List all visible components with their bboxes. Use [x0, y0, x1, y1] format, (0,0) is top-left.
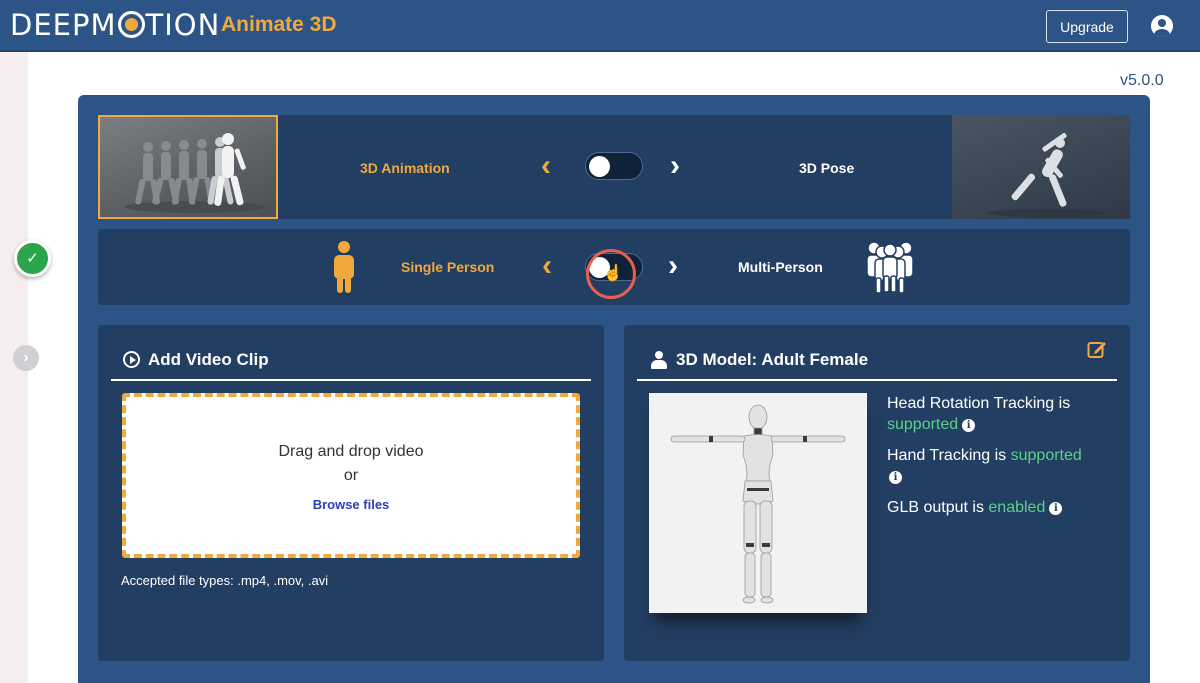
3d-model-title: 3D Model: Adult Female: [676, 350, 869, 369]
app-name: Animate 3D: [221, 13, 337, 36]
logo-o-mark: [117, 11, 145, 38]
chevron-right-icon[interactable]: ›: [668, 251, 678, 281]
chevron-right-icon[interactable]: ›: [670, 151, 680, 181]
user-icon: [651, 351, 667, 369]
upgrade-button[interactable]: Upgrade: [1046, 10, 1128, 43]
drop-instructions: Drag and drop video: [278, 443, 424, 460]
info-icon[interactable]: i: [889, 471, 902, 484]
feature-text: GLB output is: [887, 499, 984, 516]
multi-person-label[interactable]: Multi-Person: [738, 259, 823, 275]
mode-selector-row: 3D Animation ‹ › 3D Pose: [98, 115, 1130, 219]
accepted-file-types: Accepted file types: .mp4, .mov, .avi: [121, 573, 329, 588]
card-divider: [111, 379, 591, 381]
3d-pose-thumbnail[interactable]: [952, 115, 1130, 219]
add-video-card: Add Video Clip Drag and drop video or Br…: [98, 325, 604, 661]
3d-animation-label[interactable]: 3D Animation: [360, 160, 450, 176]
person-selector-row: Single Person ‹ ☝ › Multi-Person: [98, 229, 1130, 305]
model-preview[interactable]: [649, 393, 867, 613]
chevron-left-icon[interactable]: ‹: [541, 151, 551, 181]
single-person-label[interactable]: Single Person: [401, 259, 494, 275]
drop-or-text: or: [343, 467, 359, 484]
animation-figures-image: [125, 133, 265, 213]
feature-text: Head Rotation Tracking is: [887, 395, 1071, 412]
main-panel: 3D Animation ‹ › 3D Pose Single Person ‹…: [78, 95, 1150, 683]
top-bar: DEEPM TION Animate 3D Upgrade: [0, 0, 1200, 52]
version-label: v5.0.0: [1120, 72, 1164, 89]
play-circle-icon: [123, 351, 140, 368]
multi-person-icon: [866, 241, 914, 294]
feature-text: Hand Tracking is: [887, 447, 1007, 464]
browse-files-link[interactable]: Browse files: [126, 497, 576, 512]
user-circle-icon[interactable]: [1151, 15, 1173, 37]
hand-cursor-icon: ☝: [603, 265, 623, 282]
feature-hand-tracking: Hand Tracking is supported i: [887, 445, 1082, 487]
edit-icon[interactable]: [1087, 339, 1107, 359]
pose-figure-image: [987, 133, 1107, 217]
card-divider: [637, 379, 1117, 381]
adult-female-model-image: [670, 404, 846, 604]
check-icon[interactable]: ✓: [14, 240, 51, 277]
info-icon[interactable]: i: [1049, 502, 1063, 515]
deepmotion-logo[interactable]: DEEPM TION: [10, 9, 220, 41]
feature-glb-output: GLB output is enabled i: [887, 497, 1063, 518]
chevron-left-icon[interactable]: ‹: [542, 251, 552, 281]
video-dropzone[interactable]: Drag and drop video or Browse files: [122, 393, 580, 558]
logo-text: DEEPM TION: [10, 8, 221, 42]
3d-model-card: 3D Model: Adult Female Head Rotation Tra…: [624, 325, 1130, 661]
mode-toggle-switch[interactable]: [585, 152, 643, 180]
feature-status: supported: [1010, 447, 1082, 464]
single-person-icon: [334, 241, 354, 293]
feature-status: supported: [887, 416, 959, 433]
chevron-right-icon[interactable]: ›: [13, 345, 39, 371]
info-icon[interactable]: i: [962, 419, 976, 432]
3d-pose-label[interactable]: 3D Pose: [799, 160, 854, 176]
feature-head-rotation: Head Rotation Tracking is supported i: [887, 393, 1070, 435]
3d-animation-thumbnail[interactable]: [98, 115, 278, 219]
feature-status: enabled: [988, 499, 1046, 516]
add-video-title: Add Video Clip: [148, 350, 269, 369]
toggle-knob: [589, 156, 610, 177]
